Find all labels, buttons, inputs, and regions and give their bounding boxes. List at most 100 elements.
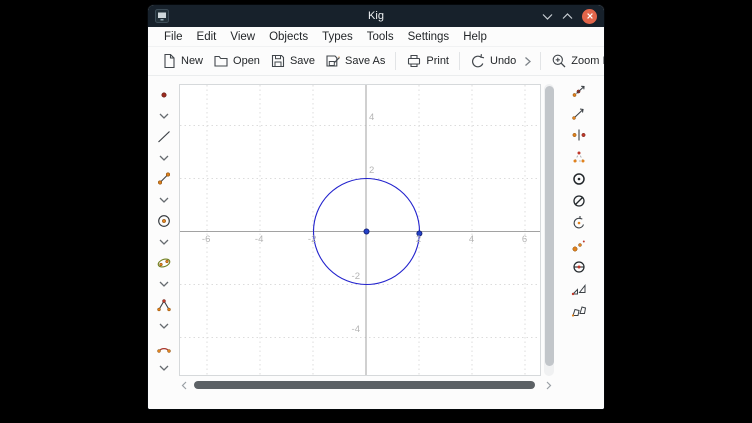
open-button[interactable]: Open [208, 50, 265, 72]
vector-tool-button[interactable] [569, 105, 589, 121]
scaling-icon [571, 237, 587, 253]
rotation-icon [571, 215, 587, 231]
arc-tool-button[interactable] [153, 336, 175, 357]
print-label: Print [426, 55, 449, 67]
zoom-in-button[interactable]: Zoom In [546, 50, 604, 72]
hide-object-tool-button[interactable] [569, 193, 589, 209]
toolbar-separator [459, 52, 460, 70]
point-icon [156, 87, 172, 103]
circle-icon [156, 213, 172, 229]
undo-button[interactable]: Undo [465, 50, 521, 72]
save-as-icon [325, 53, 341, 69]
canvas-drawing[interactable] [180, 85, 540, 375]
conic-tool-dropdown[interactable] [153, 273, 175, 294]
new-label: New [181, 55, 203, 67]
horizontal-scrollbar[interactable] [179, 379, 554, 391]
arc-icon [156, 339, 172, 355]
circle-edge-point[interactable] [417, 231, 422, 236]
new-document-icon [161, 53, 177, 69]
toolbar-separator [395, 52, 396, 70]
line-icon [156, 129, 172, 145]
main-toolbar: New Open Save Save As [148, 46, 604, 76]
menu-view[interactable]: View [223, 30, 262, 44]
kig-window: Kig File Edit View Objects Types Tools S… [148, 5, 604, 409]
test-icon [571, 259, 587, 275]
point-tool-dropdown[interactable] [153, 105, 175, 126]
save-label: Save [290, 55, 315, 67]
point-tool-button[interactable] [153, 84, 175, 105]
axes [180, 85, 540, 375]
horizontal-scrollbar-thumb[interactable] [194, 381, 535, 389]
chevron-down-icon [156, 318, 172, 334]
menu-help[interactable]: Help [456, 30, 494, 44]
chevron-down-icon [156, 276, 172, 292]
similarity-icon [571, 281, 587, 297]
vertical-scrollbar-thumb[interactable] [545, 86, 554, 366]
open-folder-icon [213, 53, 229, 69]
conic-tool-button[interactable] [153, 252, 175, 273]
menu-edit[interactable]: Edit [190, 30, 224, 44]
print-icon [406, 53, 422, 69]
rotation-tool-button[interactable] [569, 215, 589, 231]
angle-tool-dropdown[interactable] [153, 315, 175, 336]
undo-icon [470, 53, 486, 69]
scroll-right-arrow-icon[interactable] [544, 381, 554, 390]
translate-tool-button[interactable] [569, 83, 589, 99]
print-button[interactable]: Print [401, 50, 454, 72]
similarity-tool-button[interactable] [569, 281, 589, 297]
undo-history-chevron-icon[interactable] [524, 55, 532, 68]
menu-tools[interactable]: Tools [360, 30, 401, 44]
test-tool-button[interactable] [569, 259, 589, 275]
circle-center-point[interactable] [364, 229, 369, 234]
grid-lines [180, 85, 540, 375]
save-button[interactable]: Save [265, 50, 320, 72]
conic-icon [156, 255, 172, 271]
objects-toolbar-left [148, 76, 179, 409]
scroll-left-arrow-icon[interactable] [179, 381, 189, 390]
circle-tool-dropdown[interactable] [153, 231, 175, 252]
line-tool-dropdown[interactable] [153, 147, 175, 168]
menu-objects[interactable]: Objects [262, 30, 315, 44]
menu-settings[interactable]: Settings [401, 30, 457, 44]
chevron-down-icon [156, 108, 172, 124]
chevron-down-icon [156, 234, 172, 250]
save-icon [270, 53, 286, 69]
segment-tool-dropdown[interactable] [153, 189, 175, 210]
chevron-down-icon [156, 150, 172, 166]
zoom-in-label: Zoom In [571, 55, 604, 67]
geometry-canvas[interactable]: -6 -4 -2 2 4 6 4 2 -2 -4 [179, 84, 541, 376]
transformations-toolbar-right [554, 76, 604, 409]
menu-file[interactable]: File [157, 30, 190, 44]
maximize-chevron-up-icon[interactable] [562, 12, 573, 21]
app-icon [155, 9, 169, 23]
point-reflection-icon [571, 127, 587, 143]
segment-tool-button[interactable] [153, 168, 175, 189]
canvas-area: -6 -4 -2 2 4 6 4 2 -2 -4 [179, 76, 554, 409]
save-as-label: Save As [345, 55, 385, 67]
angle-icon [156, 297, 172, 313]
titlebar[interactable]: Kig [148, 5, 604, 27]
hide-object-icon [571, 193, 587, 209]
polygon-transform-icon [571, 303, 587, 319]
translate-icon [571, 83, 587, 99]
line-tool-button[interactable] [153, 126, 175, 147]
arc-tool-dropdown[interactable] [153, 357, 175, 378]
point-reflection-tool-button[interactable] [569, 127, 589, 143]
desktop: { "window": { "title": "Kig" }, "menubar… [0, 0, 752, 423]
circle-tool-button[interactable] [153, 210, 175, 231]
zoom-in-icon [551, 53, 567, 69]
angle-tool-button[interactable] [153, 294, 175, 315]
inversion-tool-button[interactable] [569, 171, 589, 187]
shade-chevron-down-icon[interactable] [542, 12, 553, 21]
vertical-scrollbar[interactable] [544, 84, 554, 376]
polygon-transform-tool-button[interactable] [569, 303, 589, 319]
new-button[interactable]: New [156, 50, 208, 72]
close-icon [583, 9, 597, 23]
segment-icon [156, 171, 172, 187]
scaling-tool-button[interactable] [569, 237, 589, 253]
close-button[interactable] [582, 9, 597, 24]
triangle-dots-tool-button[interactable] [569, 149, 589, 165]
menu-types[interactable]: Types [315, 30, 360, 44]
save-as-button[interactable]: Save As [320, 50, 390, 72]
window-title: Kig [148, 10, 604, 22]
